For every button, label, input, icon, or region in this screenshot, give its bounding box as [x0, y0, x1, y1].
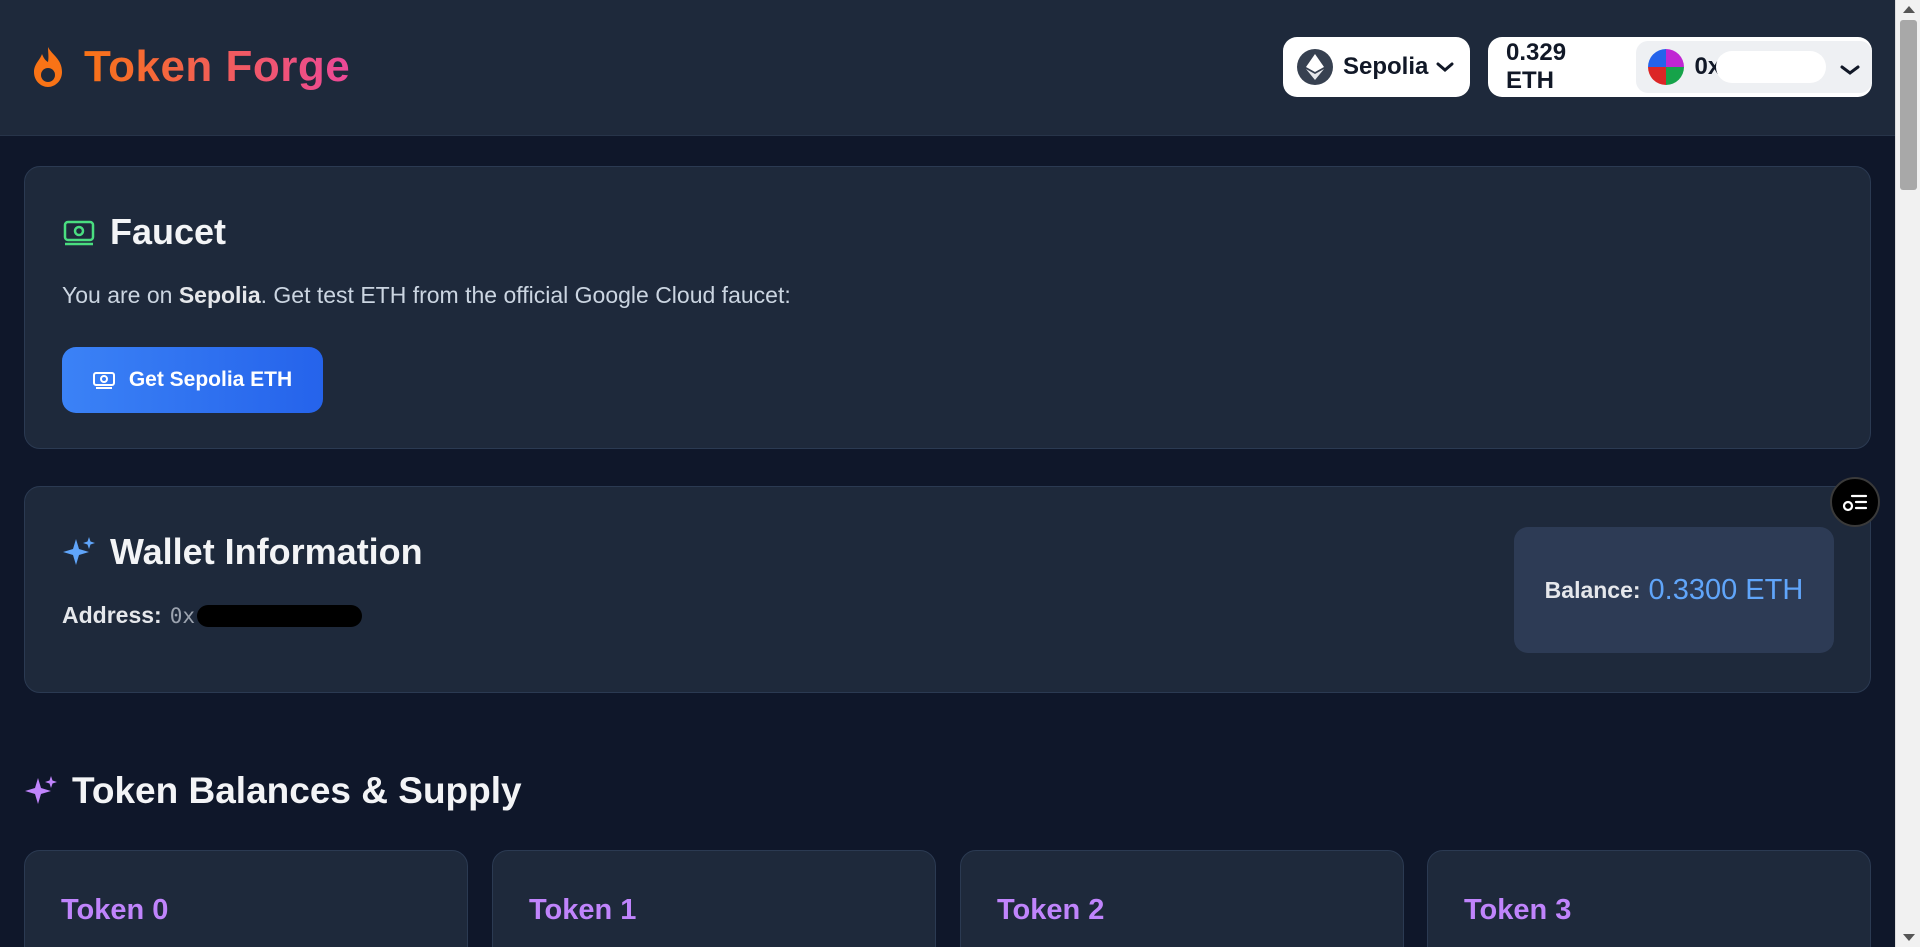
token-name: Token 0 — [61, 894, 169, 926]
wallet-address-row: Address: 0x — [62, 602, 362, 629]
faucet-heading: Faucet — [62, 211, 226, 253]
brand[interactable]: Token Forge — [28, 42, 350, 92]
token-name: Token 2 — [997, 894, 1105, 926]
scroll-down-arrow-icon[interactable] — [1903, 934, 1915, 941]
token-card: Token 3 — [1427, 850, 1871, 947]
token-card: Token 0 — [24, 850, 468, 947]
sparkles-icon — [63, 537, 95, 565]
faucet-network-name: Sepolia — [178, 282, 261, 308]
account-button[interactable]: 0.329 ETH 0x — [1488, 37, 1872, 97]
app-title: Token Forge — [84, 42, 351, 91]
floating-menu-button[interactable] — [1830, 477, 1880, 527]
address-label: Address: — [62, 602, 162, 628]
chevron-down-icon — [1436, 61, 1454, 73]
get-sepolia-eth-label: Get Sepolia ETH — [128, 368, 293, 391]
address-redaction — [1716, 51, 1827, 83]
faucet-text-suffix: . Get test ETH from the official Google … — [260, 282, 791, 308]
balance-panel: Balance: 0.3300 ETH — [1514, 527, 1834, 653]
avatar — [1648, 49, 1685, 85]
network-label: Sepolia — [1343, 53, 1429, 80]
token-section-title-text: Token Balances & Supply — [72, 770, 522, 811]
network-selector-button[interactable]: Sepolia — [1283, 37, 1470, 97]
faucet-title: Faucet — [110, 211, 227, 252]
ethereum-icon — [1297, 49, 1333, 85]
faucet-card: Faucet You are on Sepolia. Get test ETH … — [24, 166, 1871, 449]
scroll-up-arrow-icon[interactable] — [1903, 6, 1915, 13]
token-card: Token 2 — [960, 850, 1404, 947]
address-redaction — [197, 604, 362, 627]
wallet-information-card: Wallet Information Address: 0x Balance: … — [24, 486, 1871, 693]
token-card: Token 1 — [492, 850, 936, 947]
account-address-pill[interactable]: 0x — [1636, 41, 1872, 93]
balance-value: 0.3300 ETH — [1648, 573, 1804, 606]
get-sepolia-eth-button[interactable]: Get Sepolia ETH — [62, 347, 323, 413]
faucet-text-prefix: You are on — [62, 282, 179, 308]
wallet-title: Wallet Information — [110, 531, 423, 572]
address-value-prefix: 0x — [169, 603, 195, 628]
balance-label: Balance: — [1544, 576, 1641, 603]
scroll-thumb[interactable] — [1900, 20, 1917, 190]
app-header: Token Forge Sepolia 0.329 ETH 0x — [0, 0, 1895, 136]
flame-icon — [34, 47, 62, 87]
vertical-scrollbar[interactable] — [1895, 0, 1920, 947]
faucet-description: You are on Sepolia. Get test ETH from th… — [62, 282, 791, 309]
money-icon — [92, 372, 115, 389]
token-name: Token 3 — [1464, 894, 1572, 926]
money-icon — [63, 220, 95, 246]
account-balance: 0.329 ETH — [1506, 39, 1567, 94]
wallet-heading: Wallet Information — [62, 531, 423, 573]
token-section-title: Token Balances & Supply — [24, 770, 522, 812]
chevron-down-icon — [1840, 55, 1860, 83]
token-name: Token 1 — [529, 894, 637, 926]
list-settings-icon — [1842, 494, 1868, 512]
sparkles-icon — [25, 776, 57, 804]
